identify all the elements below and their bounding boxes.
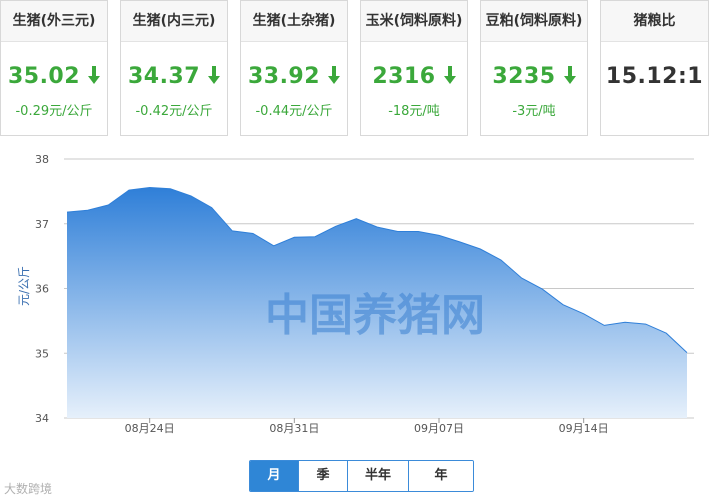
y-tick-label: 37 — [35, 218, 49, 231]
y-tick-label: 38 — [35, 153, 49, 166]
price-card: 玉米(饲料原料) 2316 -18元/吨 — [360, 0, 468, 136]
card-change: -18元/吨 — [388, 103, 440, 119]
card-value: 34.37 — [127, 64, 201, 89]
y-axis-label: 元/公斤 — [17, 266, 31, 306]
card-change: -0.44元/公斤 — [255, 103, 333, 119]
x-tick-label: 08月24日 — [125, 422, 175, 435]
tab-half-year[interactable]: 半年 — [348, 461, 409, 491]
price-card: 生猪(内三元) 34.37 -0.42元/公斤 — [120, 0, 228, 136]
card-title: 猪粮比 — [601, 1, 708, 42]
card-change: -3元/吨 — [512, 103, 556, 119]
logo: 大数跨境 — [4, 480, 52, 497]
card-value: 2316 — [372, 64, 436, 89]
card-title: 生猪(土杂猪) — [241, 1, 347, 42]
y-tick-label: 34 — [35, 412, 49, 425]
x-tick-label: 08月31日 — [269, 422, 319, 435]
x-tick-label: 09月14日 — [559, 422, 609, 435]
price-card: 生猪(土杂猪) 33.92 -0.44元/公斤 — [240, 0, 348, 136]
down-arrow-icon — [88, 65, 101, 90]
card-value: 33.92 — [247, 64, 321, 89]
price-cards: 生猪(外三元) 35.02 -0.29元/公斤 生猪(内三元) 34.37 -0… — [0, 0, 717, 140]
price-card: 猪粮比 15.12:1 — [600, 0, 709, 136]
price-chart: 34 35 36 37 38 08月24日 08月31日 09月07日 09月14日 中国养猪网… — [0, 150, 717, 502]
x-tick-label: 09月07日 — [414, 422, 464, 435]
watermark-text: 中国养猪网 — [265, 290, 485, 341]
period-tabs: 月 季 半年 年 — [249, 460, 474, 492]
price-card: 豆粕(饲料原料) 3235 -3元/吨 — [480, 0, 588, 136]
card-value: 3235 — [492, 64, 556, 89]
card-title: 生猪(内三元) — [121, 1, 227, 42]
down-arrow-icon — [563, 65, 576, 90]
y-tick-label: 35 — [35, 347, 49, 360]
card-value: 15.12:1 — [605, 64, 704, 89]
card-change: -0.29元/公斤 — [15, 103, 93, 119]
tab-month[interactable]: 月 — [250, 461, 299, 491]
card-title: 玉米(饲料原料) — [361, 1, 467, 42]
tab-quarter[interactable]: 季 — [299, 461, 348, 491]
price-card: 生猪(外三元) 35.02 -0.29元/公斤 — [0, 0, 108, 136]
down-arrow-icon — [208, 65, 221, 90]
logo-text: 大数跨境 — [4, 482, 53, 496]
area-chart: 34 35 36 37 38 08月24日 08月31日 09月07日 09月14日 中国养猪网… — [17, 153, 694, 435]
tab-year[interactable]: 年 — [409, 461, 473, 491]
down-arrow-icon — [443, 65, 456, 90]
y-tick-label: 36 — [35, 283, 49, 296]
card-title: 生猪(外三元) — [1, 1, 107, 42]
card-value: 35.02 — [7, 64, 81, 89]
card-change: -0.42元/公斤 — [135, 103, 213, 119]
down-arrow-icon — [328, 65, 341, 90]
card-title: 豆粕(饲料原料) — [481, 1, 587, 42]
